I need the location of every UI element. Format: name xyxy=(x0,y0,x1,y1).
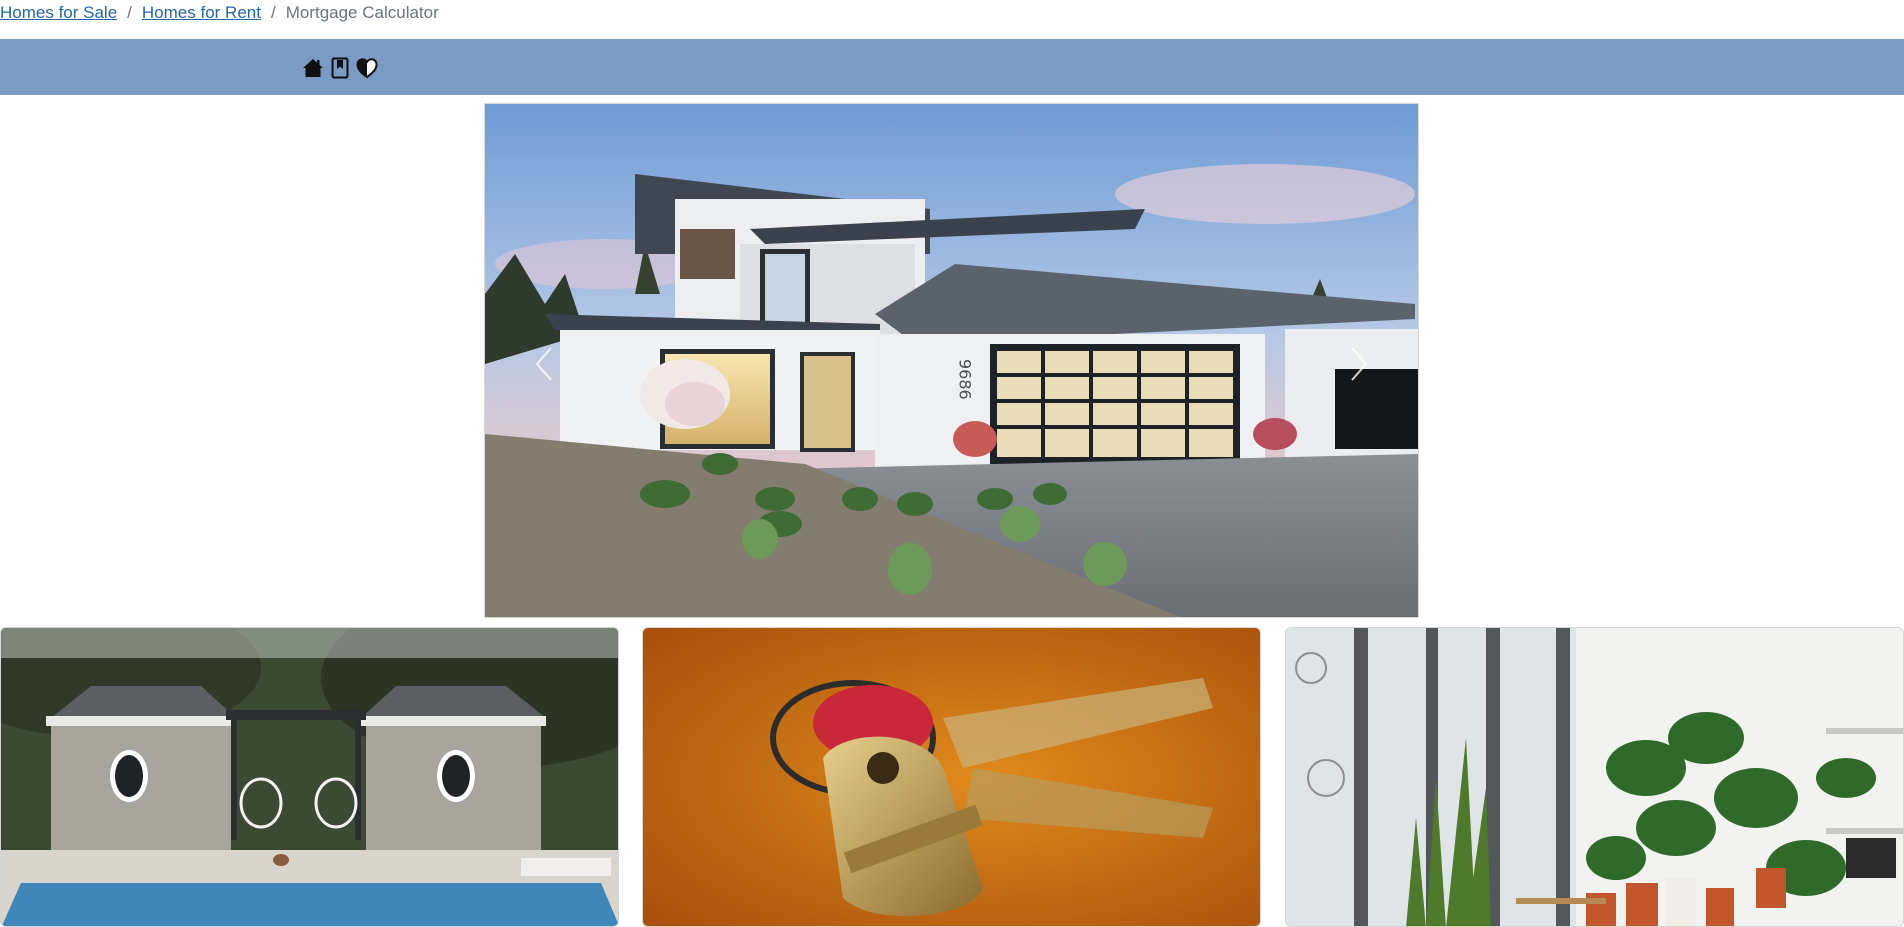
house-number-text: 9686 xyxy=(956,359,975,400)
feature-cards xyxy=(0,627,1904,927)
carousel-previous-arrow[interactable] xyxy=(525,334,565,394)
breadcrumb-homes-for-sale[interactable]: Homes for Sale xyxy=(0,0,117,26)
indoor-plants-photo xyxy=(1286,628,1903,926)
house-icon[interactable] xyxy=(302,57,324,79)
card-backyard-pool[interactable] xyxy=(0,627,619,927)
heart-icon[interactable] xyxy=(356,57,378,79)
breadcrumb: Homes for Sale / Homes for Rent / Mortga… xyxy=(0,0,439,26)
breadcrumb-homes-for-rent[interactable]: Homes for Rent xyxy=(142,0,261,26)
house-keys-photo xyxy=(643,628,1260,926)
top-navigation-bar xyxy=(0,39,1904,95)
modern-house-photo: 9686 xyxy=(485,104,1418,617)
breadcrumb-separator: / xyxy=(127,3,132,22)
breadcrumb-separator: / xyxy=(270,3,276,22)
hero-carousel: 9686 xyxy=(484,103,1419,618)
card-indoor-plants[interactable] xyxy=(1285,627,1904,927)
bookmark-icon[interactable] xyxy=(329,57,351,79)
topbar-icon-group xyxy=(302,57,378,79)
card-house-keys[interactable] xyxy=(642,627,1261,927)
carousel-next-arrow[interactable] xyxy=(1338,334,1378,394)
breadcrumb-current-mortgage-calculator: Mortgage Calculator xyxy=(285,3,439,22)
backyard-pool-photo xyxy=(1,628,618,926)
